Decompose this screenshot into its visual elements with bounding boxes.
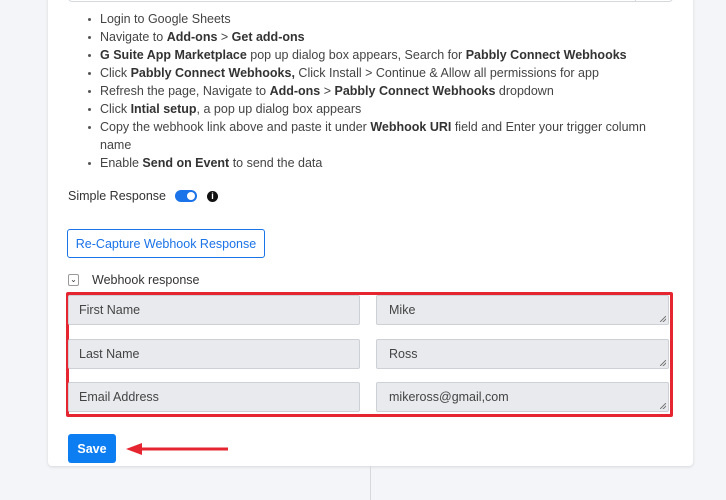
instruction-text: Copy the webhook link above and paste it… xyxy=(100,120,371,134)
arrow-left-icon xyxy=(126,443,228,455)
simple-response-toggle[interactable] xyxy=(174,190,197,202)
save-button[interactable]: Save xyxy=(68,434,116,463)
recapture-webhook-button[interactable]: Re-Capture Webhook Response xyxy=(67,229,265,258)
instruction-text: Pabbly Connect Webhooks xyxy=(465,48,627,62)
info-circle-icon[interactable]: i xyxy=(206,190,218,202)
copy-divider xyxy=(635,0,636,1)
instruction-text: to send the data xyxy=(229,156,323,170)
instruction-text: Click xyxy=(100,102,131,116)
instruction-text: Add-ons xyxy=(166,30,218,44)
instruction-item: G Suite App Marketplace pop up dialog bo… xyxy=(88,46,670,64)
instruction-item: Refresh the page, Navigate to Add-ons > … xyxy=(88,82,670,100)
simple-response-row: Simple Response i xyxy=(68,189,218,203)
instruction-text: dropdown xyxy=(495,84,554,98)
chevron-down-icon[interactable]: ⌄ xyxy=(68,274,79,286)
instruction-text: , a pop up dialog box appears xyxy=(196,102,362,116)
field-value[interactable]: Ross xyxy=(376,339,669,369)
instruction-text: > xyxy=(320,84,335,98)
instructions-list: Login to Google Sheets Navigate to Add-on… xyxy=(88,10,670,172)
instruction-text: Send on Event xyxy=(142,156,230,170)
webhook-response-header[interactable]: ⌄ Webhook response xyxy=(68,273,199,287)
instruction-text: pop up dialog box appears, Search for xyxy=(246,48,466,62)
field-value[interactable]: mikeross@gmail,com xyxy=(376,382,669,412)
webhook-url-field[interactable] xyxy=(68,0,673,2)
instruction-text: Enable xyxy=(100,156,143,170)
instruction-text: Pabbly Connect Webhooks xyxy=(334,84,496,98)
instruction-text: Get add-ons xyxy=(231,30,305,44)
instruction-text: Click xyxy=(100,66,131,80)
field-key: First Name xyxy=(68,295,360,325)
field-value[interactable]: Mike xyxy=(376,295,669,325)
instruction-item: Click Intial setup, a pop up dialog box … xyxy=(88,100,670,118)
instruction-text: Login to Google Sheets xyxy=(100,12,231,26)
instruction-text: Pabbly Connect Webhooks, xyxy=(130,66,295,80)
field-key: Last Name xyxy=(68,339,360,369)
simple-response-label: Simple Response xyxy=(68,189,166,203)
instruction-text: Webhook URI xyxy=(370,120,452,134)
field-key: Email Address xyxy=(68,382,360,412)
instruction-text: Intial setup xyxy=(130,102,197,116)
instruction-text: Navigate to xyxy=(100,30,167,44)
instruction-text: G Suite App Marketplace xyxy=(100,48,247,62)
divider xyxy=(370,466,371,500)
instruction-item: Click Pabbly Connect Webhooks, Click Ins… xyxy=(88,64,670,82)
instruction-item: Enable Send on Event to send the data xyxy=(88,154,670,172)
instruction-text: Add-ons xyxy=(269,84,321,98)
instruction-item: Login to Google Sheets xyxy=(88,10,670,28)
instruction-text: Refresh the page, Navigate to xyxy=(100,84,270,98)
instruction-item: Navigate to Add-ons > Get add-ons xyxy=(88,28,670,46)
instruction-text: Click Install > Continue & Allow all per… xyxy=(294,66,599,80)
webhook-response-label: Webhook response xyxy=(92,273,200,287)
instruction-text: > xyxy=(217,30,232,44)
instruction-item: Copy the webhook link above and paste it… xyxy=(88,118,670,154)
